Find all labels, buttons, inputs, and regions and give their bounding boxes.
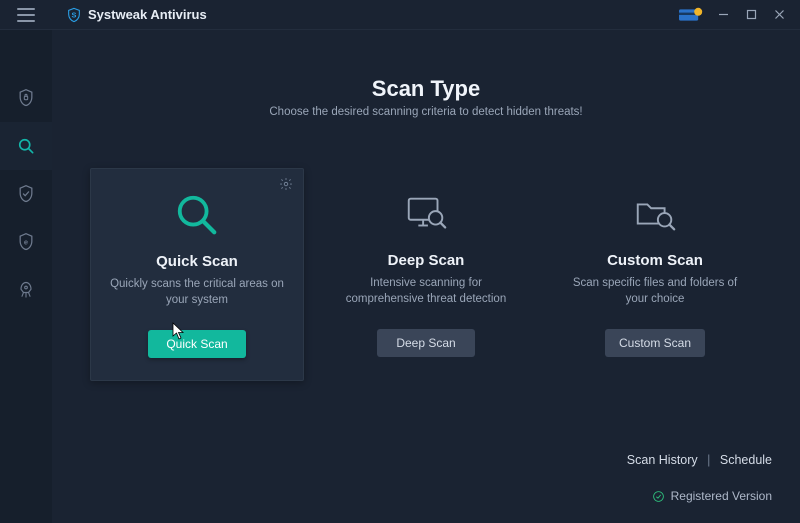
monitor-search-icon [403,191,449,237]
card-quick-scan[interactable]: Quick Scan Quickly scans the critical ar… [90,168,304,381]
page-subtitle: Choose the desired scanning criteria to … [72,106,780,118]
card-title: Quick Scan [103,253,291,270]
sidebar-item-optimize[interactable] [0,266,52,314]
sidebar-item-scan[interactable] [0,122,52,170]
search-icon [16,136,36,156]
shield-check-icon [16,184,36,204]
folder-search-icon [632,191,678,237]
sidebar: e [0,30,52,523]
card-settings-button[interactable] [279,177,293,196]
custom-scan-button[interactable]: Custom Scan [605,329,705,357]
scan-history-link[interactable]: Scan History [627,453,698,467]
registration-status: Registered Version [652,489,772,503]
gear-icon [279,177,293,191]
deep-scan-button[interactable]: Deep Scan [377,329,475,357]
titlebar: S Systweak Antivirus [0,0,800,30]
shield-e-icon: e [16,232,36,252]
svg-text:S: S [72,10,77,19]
sidebar-item-web[interactable]: e [0,218,52,266]
page-title: Scan Type [72,76,780,102]
card-deep-scan[interactable]: Deep Scan Intensive scanning for compreh… [319,168,533,381]
scan-cards: Quick Scan Quickly scans the critical ar… [72,168,780,381]
menu-button[interactable] [6,0,46,30]
main-content: Scan Type Choose the desired scanning cr… [52,30,800,523]
card-title: Deep Scan [331,252,521,269]
check-circle-icon [652,490,665,503]
footer-links: Scan History | Schedule [627,453,772,467]
search-large-icon [174,192,220,238]
card-desc: Quickly scans the critical areas on your… [103,276,291,308]
close-button[interactable] [766,2,792,28]
schedule-link[interactable]: Schedule [720,453,772,467]
credit-card-icon[interactable] [678,7,704,23]
sidebar-item-protection[interactable] [0,74,52,122]
window-controls [678,2,792,28]
shield-logo-icon: S [66,7,82,23]
card-custom-scan[interactable]: Custom Scan Scan specific files and fold… [548,168,762,381]
minimize-button[interactable] [710,2,736,28]
svg-text:e: e [24,238,28,247]
card-desc: Scan specific files and folders of your … [560,275,750,307]
app-logo: S Systweak Antivirus [66,7,207,23]
sidebar-item-realtime[interactable] [0,170,52,218]
registration-label: Registered Version [671,489,772,503]
lock-shield-icon [16,88,36,108]
rocket-icon [16,280,36,300]
maximize-button[interactable] [738,2,764,28]
quick-scan-button[interactable]: Quick Scan [148,330,246,358]
app-title: Systweak Antivirus [88,7,207,22]
card-desc: Intensive scanning for comprehensive thr… [331,275,521,307]
card-title: Custom Scan [560,252,750,269]
